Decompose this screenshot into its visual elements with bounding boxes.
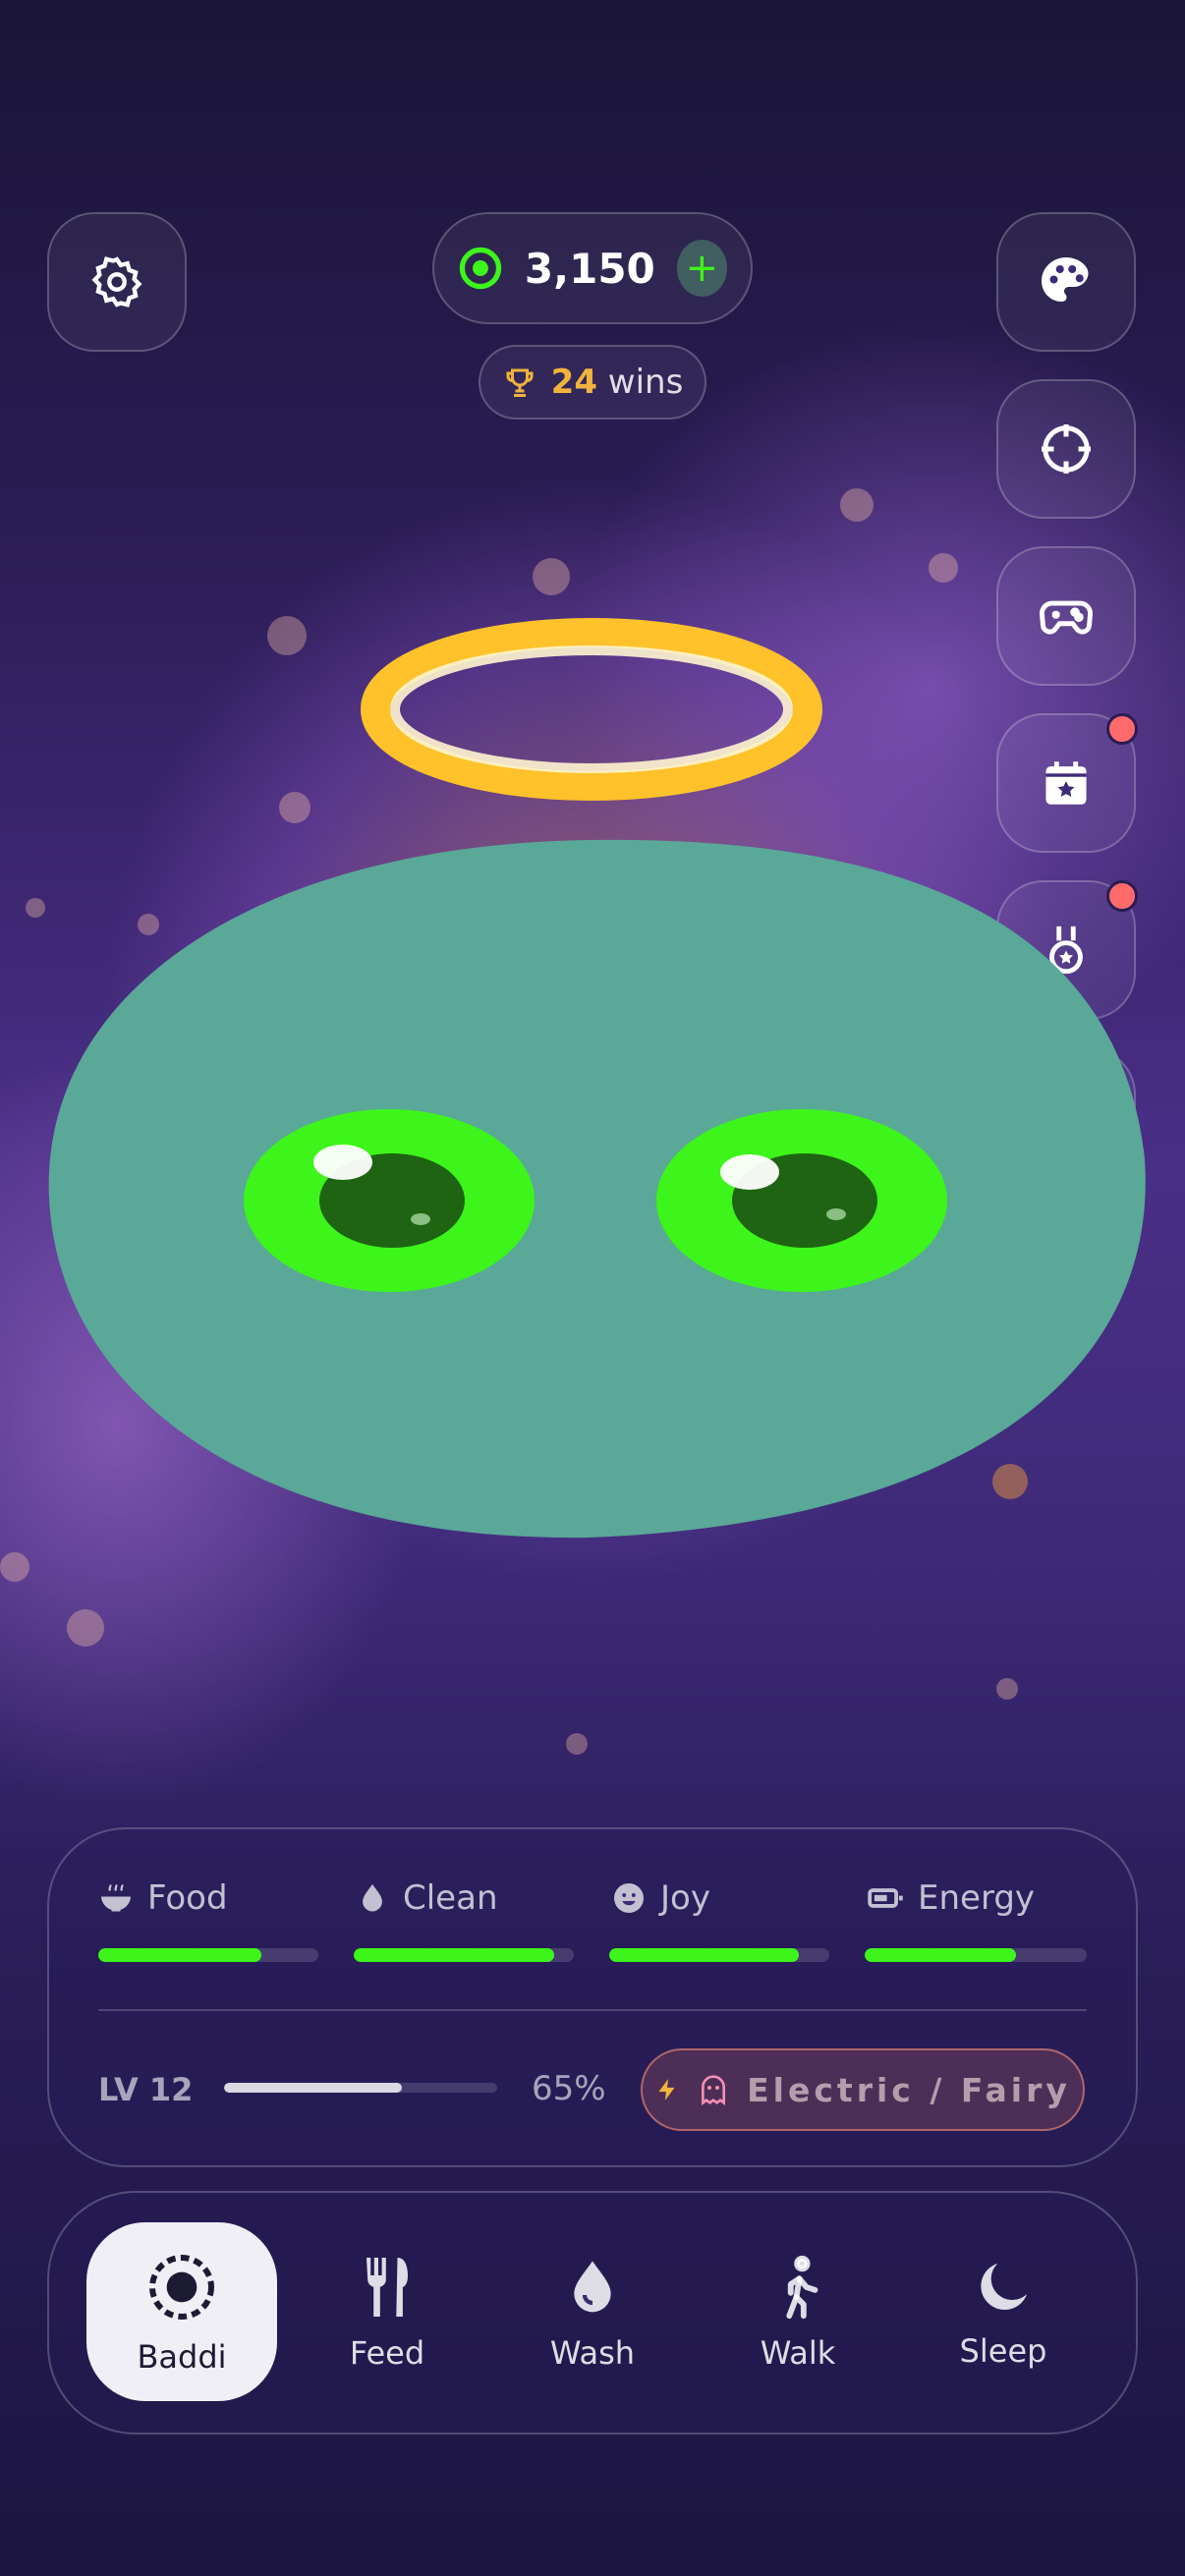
stat-joy: Joy <box>611 1878 710 1918</box>
stat-energy-label: Energy <box>918 1878 1036 1918</box>
halo <box>361 618 822 801</box>
stat-energy: Energy <box>867 1878 1035 1918</box>
xp-bar <box>224 2083 497 2093</box>
coin-balance-pill[interactable]: 3,150 + <box>432 212 753 324</box>
smiley-icon <box>614 1883 644 1913</box>
wins-count: 24 <box>550 363 597 402</box>
settings-button[interactable] <box>47 212 187 352</box>
pet-icon <box>149 2255 214 2320</box>
nav-feed[interactable]: Feed <box>292 2222 482 2401</box>
left-eye <box>244 1109 535 1292</box>
stats-divider <box>98 2009 1087 2011</box>
joy-bar <box>609 1948 829 1962</box>
nav-wash-label: Wash <box>549 2334 636 2372</box>
palette-button[interactable] <box>996 212 1136 352</box>
coin-icon <box>459 247 502 290</box>
drop-icon <box>574 2261 611 2313</box>
palette-icon <box>1042 257 1089 302</box>
wins-pill[interactable]: 24 wins <box>479 345 706 420</box>
stat-food: Food <box>98 1878 228 1918</box>
nav-wash[interactable]: Wash <box>497 2222 688 2401</box>
drop-icon <box>363 1883 382 1912</box>
xp-percent: 65% <box>532 2069 606 2108</box>
right-eye <box>656 1109 947 1292</box>
wins-label: wins <box>607 363 684 402</box>
battery-icon <box>868 1888 903 1908</box>
moon-icon <box>981 2263 1028 2311</box>
nav-feed-label: Feed <box>349 2334 425 2372</box>
type-badge[interactable]: Electric / Fairy <box>641 2048 1085 2131</box>
nav-sleep-label: Sleep <box>959 2332 1047 2370</box>
ghost-icon <box>702 2075 726 2105</box>
pet-body <box>48 839 1146 1539</box>
trophy-icon <box>506 368 534 397</box>
nav-sleep[interactable]: Sleep <box>908 2222 1099 2401</box>
plus-icon: + <box>685 246 719 291</box>
energy-bar <box>865 1948 1087 1962</box>
nav-walk[interactable]: Walk <box>703 2222 893 2401</box>
stat-joy-label: Joy <box>660 1878 710 1918</box>
stat-food-label: Food <box>147 1878 228 1918</box>
add-coins-button[interactable]: + <box>676 240 727 297</box>
stat-clean-label: Clean <box>403 1878 498 1918</box>
type-text: Electric / Fairy <box>747 2070 1071 2109</box>
stat-clean: Clean <box>356 1878 498 1918</box>
pet-character[interactable] <box>39 609 1159 1651</box>
gear-icon <box>91 256 142 308</box>
lightning-icon <box>658 2079 675 2100</box>
bowl-icon <box>101 1883 131 1912</box>
fork-knife-icon <box>367 2258 408 2317</box>
crosshair-icon <box>1042 424 1091 474</box>
food-bar <box>98 1948 318 1962</box>
target-button[interactable] <box>996 379 1136 519</box>
walk-icon <box>786 2255 818 2320</box>
nav-baddi-label: Baddi <box>137 2338 227 2376</box>
nav-walk-label: Walk <box>760 2334 836 2372</box>
coin-count: 3,150 <box>524 244 655 293</box>
clean-bar <box>354 1948 574 1962</box>
nav-baddi[interactable]: Baddi <box>86 2222 277 2401</box>
level-label: LV 12 <box>98 2071 194 2108</box>
